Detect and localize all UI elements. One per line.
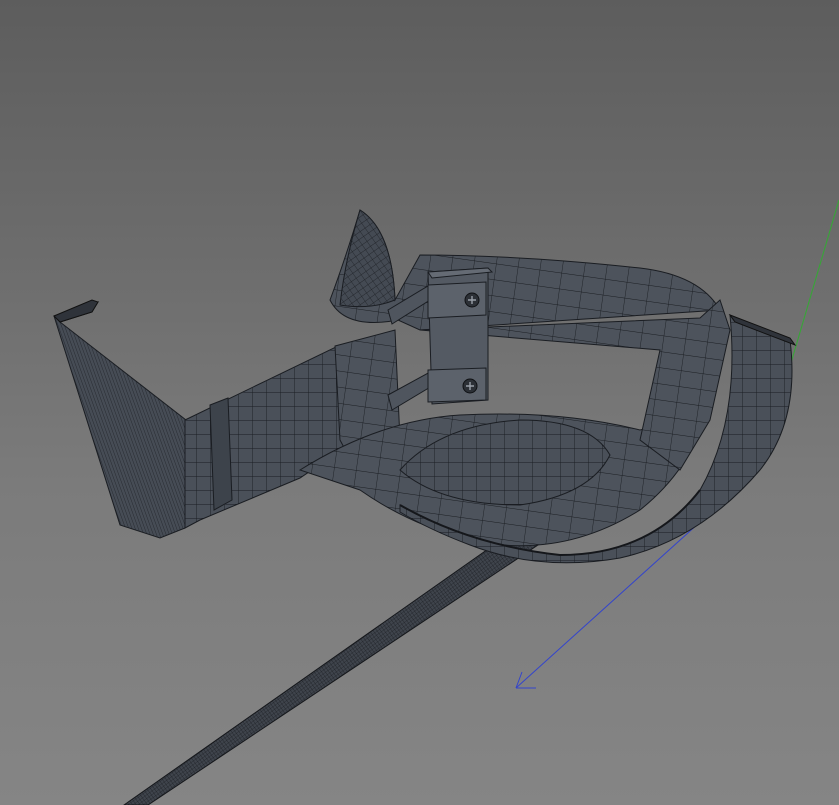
gutter-channel-mesh[interactable] bbox=[184, 329, 401, 529]
scene-canvas[interactable] bbox=[0, 0, 839, 805]
bracket-screw-top[interactable] bbox=[464, 292, 480, 308]
3d-viewport[interactable] bbox=[0, 0, 839, 805]
gutter-end-cap-mesh[interactable] bbox=[53, 299, 187, 539]
downpipe-mesh[interactable] bbox=[123, 525, 540, 805]
bracket-screw-bottom[interactable] bbox=[462, 378, 478, 394]
